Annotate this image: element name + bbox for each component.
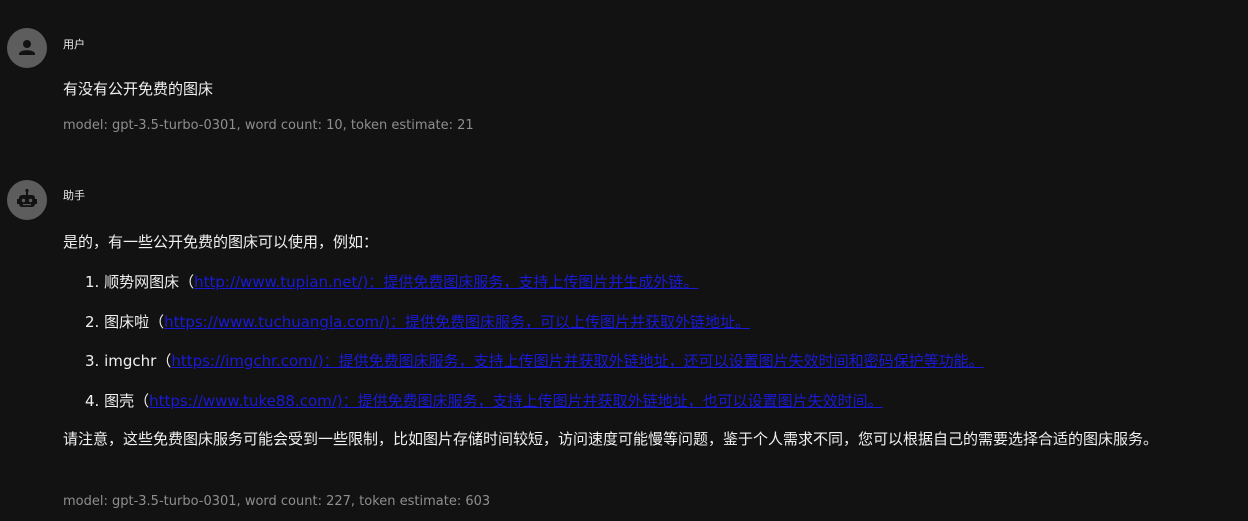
list-item-link[interactable]: https://imgchr.com/)：提供免费图床服务，支持上传图片并获取外…: [171, 352, 983, 370]
list-item-link[interactable]: http://www.tupian.net/)：提供免费图床服务，支持上传图片并…: [194, 273, 698, 291]
list-item-name: imgchr（: [104, 352, 172, 370]
assistant-avatar: [7, 180, 47, 220]
list-item-number: 4.: [85, 392, 100, 410]
list-item-link[interactable]: https://www.tuke88.com/)：提供免费图床服务，支持上传图片…: [149, 392, 883, 410]
robot-icon: [17, 188, 37, 207]
list-item-name: 图壳（: [104, 392, 150, 410]
list-item-link[interactable]: https://www.tuchuangla.com/)：提供免费图床服务，可以…: [164, 313, 750, 331]
user-message-text: 有没有公开免费的图床: [63, 80, 214, 98]
list-item-number: 3.: [85, 352, 100, 370]
user-avatar: [7, 28, 47, 68]
list-item: 1. 顺势网图床（http://www.tupian.net/)：提供免费图床服…: [85, 271, 698, 292]
list-item: 4. 图壳（https://www.tuke88.com/)：提供免费图床服务，…: [85, 390, 883, 411]
assistant-message-meta: model: gpt-3.5-turbo-0301, word count: 2…: [63, 494, 491, 509]
user-role-label: 用户: [63, 38, 85, 51]
assistant-outro-text: 请注意，这些免费图床服务可能会受到一些限制，比如图片存储时间较短，访问速度可能慢…: [63, 430, 1159, 448]
list-item-number: 1.: [85, 273, 100, 291]
list-item-number: 2.: [85, 313, 100, 331]
list-item: 2. 图床啦（https://www.tuchuangla.com/)：提供免费…: [85, 311, 750, 332]
list-item-name: 图床啦（: [104, 313, 165, 331]
list-item: 3. imgchr（https://imgchr.com/)：提供免费图床服务，…: [85, 350, 984, 371]
user-message-meta: model: gpt-3.5-turbo-0301, word count: 1…: [63, 118, 474, 133]
user-icon: [19, 40, 35, 55]
assistant-role-label: 助手: [63, 189, 85, 202]
list-item-name: 顺势网图床（: [104, 273, 195, 291]
assistant-intro-text: 是的，有一些公开免费的图床可以使用，例如：: [63, 233, 379, 251]
